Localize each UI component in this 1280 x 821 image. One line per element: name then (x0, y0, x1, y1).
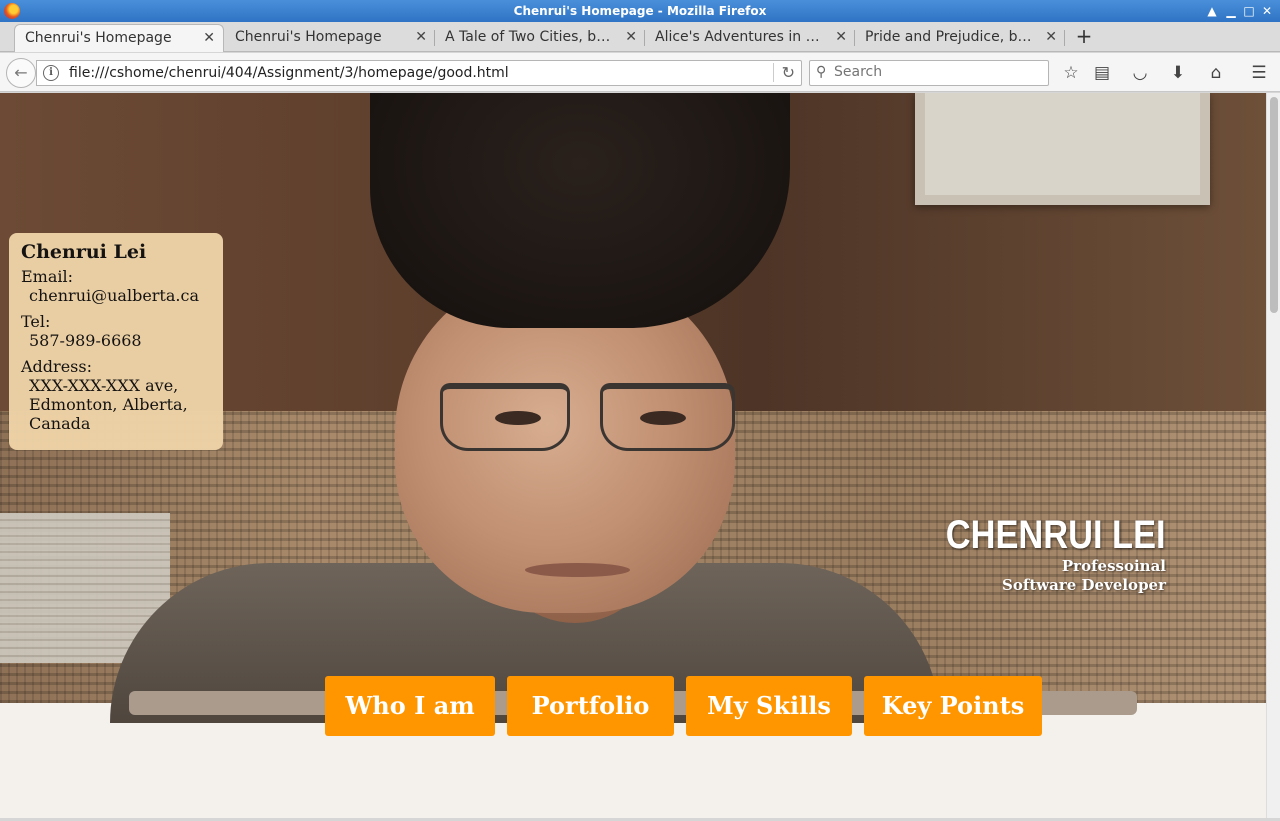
nav-my-skills-button[interactable]: My Skills (686, 676, 852, 736)
hero-heading: CHENRUI LEI Professoinal Software Develo… (910, 513, 1166, 595)
tab-alice-adventures[interactable]: Alice's Adventures in W... ✕ (645, 24, 855, 52)
nav-who-i-am-button[interactable]: Who I am (325, 676, 495, 736)
tab-label: Alice's Adventures in W... (655, 29, 825, 45)
close-tab-icon[interactable]: ✕ (835, 24, 847, 50)
page-viewport: Chenrui Lei Email: chenrui@ualberta.ca T… (0, 93, 1266, 818)
navigation-bar: ← i file:///cshome/chenrui/404/Assignmen… (0, 53, 1280, 92)
hero-subtitle: Professoinal Software Developer (1002, 557, 1166, 594)
site-info-icon[interactable]: i (43, 65, 59, 81)
nav-key-points-button[interactable]: Key Points (864, 676, 1042, 736)
reading-list-icon[interactable]: ▤ (1091, 62, 1113, 84)
portrait-mouth (525, 563, 630, 577)
search-icon: ⚲ (816, 64, 827, 80)
close-window-icon[interactable]: ✕ (1258, 2, 1276, 20)
tab-chenrui-homepage-1[interactable]: Chenrui's Homepage ✕ (14, 24, 224, 52)
search-input[interactable] (834, 64, 1034, 80)
address-line-3: Canada (29, 414, 91, 433)
window-title: Chenrui's Homepage - Mozilla Firefox (513, 4, 767, 18)
close-tab-icon[interactable]: ✕ (203, 25, 215, 51)
tel-label: Tel: (21, 312, 51, 331)
bookmark-star-icon[interactable]: ☆ (1060, 62, 1082, 84)
scrollbar-thumb[interactable] (1270, 97, 1278, 313)
back-arrow-icon[interactable]: ← (6, 58, 36, 88)
contact-name: Chenrui Lei (21, 241, 147, 263)
close-tab-icon[interactable]: ✕ (415, 24, 427, 50)
url-text[interactable]: file:///cshome/chenrui/404/Assignment/3/… (69, 65, 509, 81)
email-value: chenrui@ualberta.ca (29, 286, 199, 305)
window-titlebar: Chenrui's Homepage - Mozilla Firefox ▲ ▁… (0, 0, 1280, 22)
hero-name-title: CHENRUI LEI (946, 513, 1166, 557)
portrait-glasses-right (600, 383, 735, 451)
close-tab-icon[interactable]: ✕ (625, 24, 637, 50)
pocket-icon[interactable]: ◡ (1129, 62, 1151, 84)
downloads-arrow-icon[interactable]: ⬇ (1167, 62, 1189, 84)
hamburger-menu-icon[interactable]: ☰ (1248, 62, 1270, 84)
maximize-icon[interactable]: □ (1240, 2, 1258, 20)
new-tab-plus-icon[interactable]: + (1073, 24, 1095, 48)
url-bar[interactable]: i file:///cshome/chenrui/404/Assignment/… (36, 60, 802, 86)
window-menu-icon[interactable]: ▲ (1203, 2, 1221, 20)
address-line-2: Edmonton, Alberta, (29, 395, 188, 414)
tab-label: A Tale of Two Cities, by ... (445, 29, 615, 45)
email-label: Email: (21, 267, 74, 286)
portrait-hair (370, 93, 790, 328)
tab-label: Chenrui's Homepage (25, 30, 172, 46)
tab-label: Chenrui's Homepage (235, 29, 382, 45)
tel-value: 587-989-6668 (29, 331, 142, 350)
reload-icon[interactable]: ↻ (772, 63, 795, 82)
search-bar[interactable]: ⚲ (809, 60, 1049, 86)
picture-frame-decor (915, 93, 1210, 205)
page-scrollbar[interactable] (1266, 93, 1280, 818)
minimize-icon[interactable]: ▁ (1222, 2, 1240, 20)
address-label: Address: (21, 357, 92, 376)
tab-chenrui-homepage-2[interactable]: Chenrui's Homepage ✕ (225, 24, 435, 52)
contact-card: Chenrui Lei Email: chenrui@ualberta.ca T… (9, 233, 223, 450)
home-icon[interactable]: ⌂ (1205, 62, 1227, 84)
tab-label: Pride and Prejudice, by J... (865, 29, 1035, 45)
portrait-glasses-left (440, 383, 570, 451)
address-line-1: XXX-XXX-XXX ave, (29, 376, 179, 395)
nav-portfolio-button[interactable]: Portfolio (507, 676, 674, 736)
close-tab-icon[interactable]: ✕ (1045, 24, 1057, 50)
tab-tale-of-two-cities[interactable]: A Tale of Two Cities, by ... ✕ (435, 24, 645, 52)
tab-pride-and-prejudice[interactable]: Pride and Prejudice, by J... ✕ (855, 24, 1065, 52)
